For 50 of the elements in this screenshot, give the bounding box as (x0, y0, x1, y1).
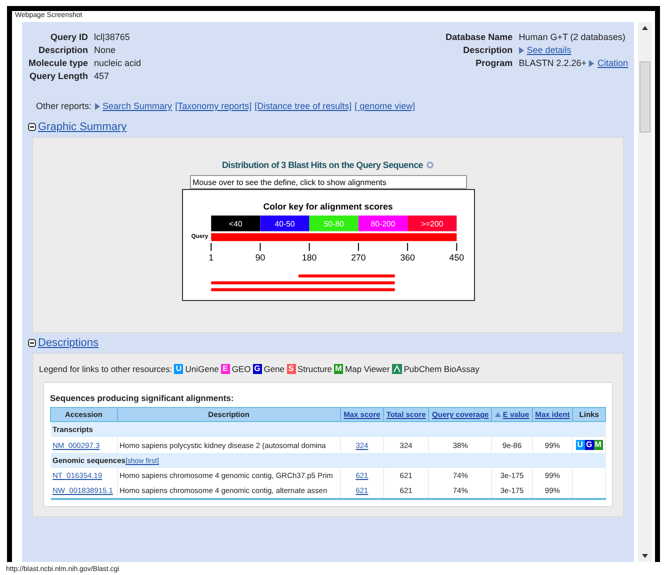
legend-label: Gene (264, 364, 285, 374)
legend-badge: G (252, 364, 262, 374)
report-link[interactable]: Search Summary (102, 101, 172, 111)
field-label: Molecule type (28, 58, 88, 68)
report-link[interactable]: [Distance tree of results] (254, 101, 352, 111)
legend-label: Structure (298, 364, 332, 374)
axis-label: 180 (301, 252, 316, 263)
axis-label: 90 (254, 252, 265, 263)
graphic-heading: Distribution of 3 Blast Hits on the Query Sequence (222, 160, 424, 170)
axis-label: 360 (400, 252, 414, 263)
section-title[interactable]: Graphic Summary (38, 121, 127, 133)
legend-label: Map Viewer (345, 364, 390, 374)
field-label: Description (37, 45, 88, 55)
field-value: BLASTN 2.2.26+ (518, 58, 586, 68)
resource-link[interactable]: U (576, 440, 585, 450)
legend-label: UniGene (185, 364, 219, 374)
legend-badge: S (286, 364, 296, 374)
field-label: Program (474, 58, 513, 68)
legend-label: PubChem BioAssay (404, 364, 480, 374)
axis-label: 270 (350, 252, 366, 263)
score-bin: 50-80 (308, 216, 358, 232)
legend-label: GEO (232, 364, 251, 374)
field-label: Query Length (28, 71, 88, 81)
field-value: 457 (94, 71, 110, 81)
score-bin: 40-50 (260, 216, 309, 232)
score-bin: 80-200 (358, 216, 408, 232)
reports-label: Other reports: (36, 101, 92, 111)
legend-badge: E (220, 364, 230, 374)
report-link[interactable]: [Taxonomy reports] (175, 101, 252, 111)
legend-label: Legend for links to other resources: (39, 364, 172, 374)
axis-label: 450 (448, 252, 464, 263)
section-title[interactable]: Descriptions (38, 337, 99, 349)
field-label: Query ID (49, 32, 88, 42)
field-link[interactable]: See details (526, 45, 572, 55)
hint-field[interactable]: Mouse over to see the define, click to show alignments (190, 175, 466, 189)
field-value: Human G+T (2 databases) (518, 32, 626, 42)
score-bin: <40 (210, 216, 260, 232)
field-value: None (94, 45, 116, 55)
field-value: nucleic acid (94, 58, 142, 68)
report-link[interactable]: [ genome view] (354, 101, 416, 111)
field-label: Description (462, 45, 513, 55)
table-caption: Sequences producing significant alignments: (50, 393, 235, 403)
field-value: lcl|38765 (94, 32, 130, 42)
score-bin: >=200 (407, 216, 456, 232)
color-key-title: Color key for alignment scores (262, 202, 392, 212)
legend-badge: M (334, 364, 344, 374)
field-label: Database Name (444, 32, 513, 42)
legend-badge: U (174, 364, 184, 374)
axis-label: 1 (208, 252, 214, 263)
field-link[interactable]: Citation (597, 58, 628, 68)
